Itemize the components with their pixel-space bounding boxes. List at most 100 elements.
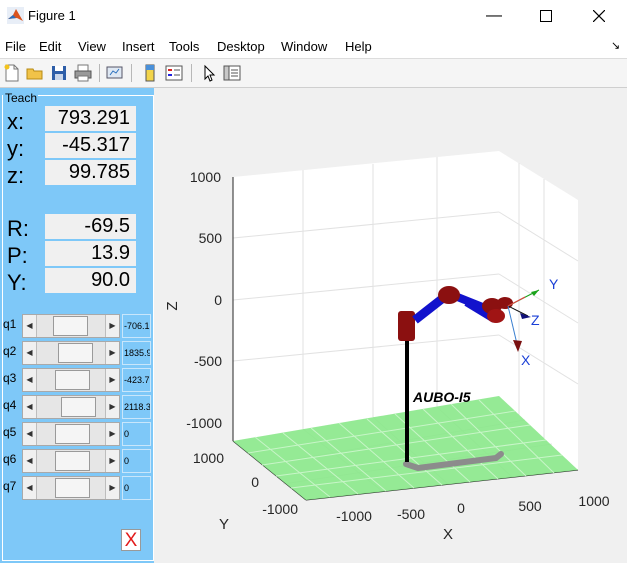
pointer-icon[interactable]: [199, 63, 219, 83]
title-bar: Figure 1 —: [0, 0, 627, 32]
menu-bar: File Edit View Insert Tools Desktop Wind…: [0, 34, 627, 59]
slider-thumb[interactable]: [55, 370, 91, 390]
slider-left-arrow-icon[interactable]: ◀: [23, 369, 37, 391]
joint-label: q5: [3, 425, 17, 439]
joint-value: -423.7: [122, 368, 151, 392]
toolbar-separator: [131, 64, 132, 82]
joint-slider[interactable]: ◀ ▶: [22, 341, 120, 365]
joint-value: 1835.9: [122, 341, 151, 365]
menu-insert[interactable]: Insert: [122, 39, 155, 54]
joint-value: 0: [122, 422, 151, 446]
slider-thumb[interactable]: [54, 424, 90, 444]
joint-label: q6: [3, 452, 17, 466]
slider-right-arrow-icon[interactable]: ▶: [105, 477, 119, 499]
joint-slider[interactable]: ◀ ▶: [22, 422, 120, 446]
y-value: -45.317: [45, 133, 136, 158]
x-tick-label: 0: [457, 500, 465, 516]
menu-window[interactable]: Window: [281, 39, 327, 54]
toolbar-separator: [99, 64, 100, 82]
minimize-icon: —: [486, 7, 502, 24]
joint-label: q1: [3, 317, 17, 331]
link-plot-icon[interactable]: [105, 63, 125, 83]
x-tick-label: -500: [397, 506, 425, 522]
z-axis-label: Z: [164, 301, 181, 310]
close-button[interactable]: [576, 0, 622, 32]
z-tick-label: 0: [214, 292, 222, 308]
slider-right-arrow-icon[interactable]: ▶: [105, 450, 119, 472]
z-tick-label: 500: [199, 230, 223, 246]
joint-slider[interactable]: ◀ ▶: [22, 314, 120, 338]
joint-value: 0: [122, 449, 151, 473]
minimize-button[interactable]: —: [471, 0, 517, 32]
slider-left-arrow-icon[interactable]: ◀: [23, 423, 37, 445]
legend-icon[interactable]: [164, 63, 184, 83]
slider-thumb[interactable]: [52, 316, 88, 336]
z-label: z:: [7, 163, 25, 188]
robot-joint-4: [487, 309, 505, 323]
slider-thumb[interactable]: [54, 451, 90, 471]
y-label: y:: [7, 136, 25, 161]
menu-file[interactable]: File: [5, 39, 26, 54]
dock-arrow-icon[interactable]: ↘: [611, 39, 620, 52]
joint-label: q3: [3, 371, 17, 385]
yaw-value: 90.0: [45, 268, 136, 293]
open-icon[interactable]: [25, 63, 45, 83]
frame-x-label: X: [521, 352, 531, 368]
joint-slider[interactable]: ◀ ▶: [22, 476, 120, 500]
slider-right-arrow-icon[interactable]: ▶: [105, 396, 119, 418]
slider-thumb[interactable]: [58, 343, 94, 363]
close-teach-button[interactable]: X: [121, 529, 141, 551]
slider-left-arrow-icon[interactable]: ◀: [23, 450, 37, 472]
slider-left-arrow-icon[interactable]: ◀: [23, 396, 37, 418]
print-icon[interactable]: [73, 63, 93, 83]
matlab-icon: [7, 7, 24, 24]
slider-right-arrow-icon[interactable]: ▶: [105, 423, 119, 445]
pitch-label: P:: [7, 243, 28, 268]
x-value: 793.291: [45, 106, 136, 131]
y-tick-label: 1000: [193, 450, 224, 466]
slider-thumb[interactable]: [54, 478, 90, 498]
z-tick-label: -500: [194, 353, 222, 369]
slider-right-arrow-icon[interactable]: ▶: [105, 369, 119, 391]
z-tick-label: -1000: [186, 415, 222, 431]
yaw-label: Y:: [7, 270, 27, 295]
new-figure-icon[interactable]: [2, 63, 22, 83]
joint-slider[interactable]: ◀ ▶: [22, 395, 120, 419]
robot-joint-1: [398, 311, 415, 341]
slider-right-arrow-icon[interactable]: ▶: [105, 342, 119, 364]
z-tick-label: 1000: [190, 169, 221, 185]
slider-left-arrow-icon[interactable]: ◀: [23, 342, 37, 364]
robot-name-label: AUBO-I5: [412, 389, 471, 405]
save-icon[interactable]: [49, 63, 69, 83]
slider-thumb[interactable]: [61, 397, 97, 417]
menu-desktop[interactable]: Desktop: [217, 39, 265, 54]
joint-label: q2: [3, 344, 17, 358]
teach-panel-title: Teach: [4, 91, 39, 105]
slider-left-arrow-icon[interactable]: ◀: [23, 315, 37, 337]
menu-help[interactable]: Help: [345, 39, 372, 54]
z-value: 99.785: [45, 160, 136, 185]
x-label: x:: [7, 109, 25, 134]
window-title: Figure 1: [28, 8, 76, 23]
property-editor-icon[interactable]: [222, 63, 242, 83]
slider-left-arrow-icon[interactable]: ◀: [23, 477, 37, 499]
figure-toolbar: [0, 59, 627, 88]
menu-tools[interactable]: Tools: [169, 39, 199, 54]
joint-value: 0: [122, 476, 151, 500]
slider-right-arrow-icon[interactable]: ▶: [105, 315, 119, 337]
colorbar-icon[interactable]: [140, 63, 160, 83]
menu-view[interactable]: View: [78, 39, 106, 54]
joint-slider[interactable]: ◀ ▶: [22, 449, 120, 473]
toolbar-separator: [191, 64, 192, 82]
close-icon: [593, 10, 605, 22]
maximize-button[interactable]: [523, 0, 569, 32]
y-tick-label: 0: [251, 474, 259, 490]
menu-edit[interactable]: Edit: [39, 39, 61, 54]
joint-value: 2118.3: [122, 395, 151, 419]
pitch-value: 13.9: [45, 241, 136, 266]
joint-slider[interactable]: ◀ ▶: [22, 368, 120, 392]
y-tick-label: -1000: [262, 501, 298, 517]
joint-label: q7: [3, 479, 17, 493]
x-tick-label: 500: [518, 498, 542, 514]
robot-plot-3d[interactable]: Y Z X AUBO-I5 1000 500 0 -500 -1000 1000…: [154, 88, 627, 563]
